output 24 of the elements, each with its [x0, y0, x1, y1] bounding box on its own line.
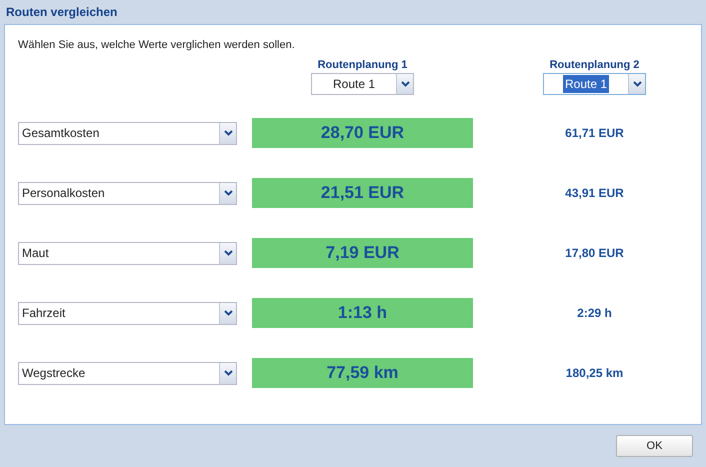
best-value-cell: 1:13 h	[252, 298, 473, 328]
column-heading: Routenplanung 2	[550, 58, 640, 73]
column-heading: Routenplanung 1	[318, 58, 408, 73]
metric-dropdown[interactable]: Gesamtkosten	[18, 122, 237, 144]
ok-button[interactable]: OK	[616, 435, 693, 457]
instruction-text: Wählen Sie aus, welche Werte verglichen werden sollen.	[18, 38, 296, 53]
metric-dropdown[interactable]: Wegstrecke	[18, 362, 237, 384]
value-text: 180,25 km	[566, 365, 624, 382]
value-text: 43,91 EUR	[565, 185, 624, 202]
route-dropdown[interactable]: Route 1	[311, 73, 414, 95]
best-value-cell: 21,51 EUR	[252, 178, 473, 208]
metric-dropdown[interactable]: Fahrzeit	[18, 302, 237, 324]
metric-dropdown[interactable]: Maut	[18, 242, 237, 264]
value-text: 2:29 h	[577, 305, 612, 322]
best-value-cell: 28,70 EUR	[252, 118, 473, 148]
route-dropdown[interactable]: Route 1	[543, 73, 646, 95]
value-text: 61,71 EUR	[565, 125, 624, 142]
route-value: Route 1	[562, 75, 610, 93]
value-text: 17,80 EUR	[565, 245, 624, 262]
window-title: Routen vergleichen	[6, 4, 118, 21]
metric-dropdown[interactable]: Personalkosten	[18, 182, 237, 204]
best-value-cell: 77,59 km	[252, 358, 473, 388]
route-value: Route 1	[332, 76, 376, 93]
best-value-cell: 7,19 EUR	[252, 238, 473, 268]
